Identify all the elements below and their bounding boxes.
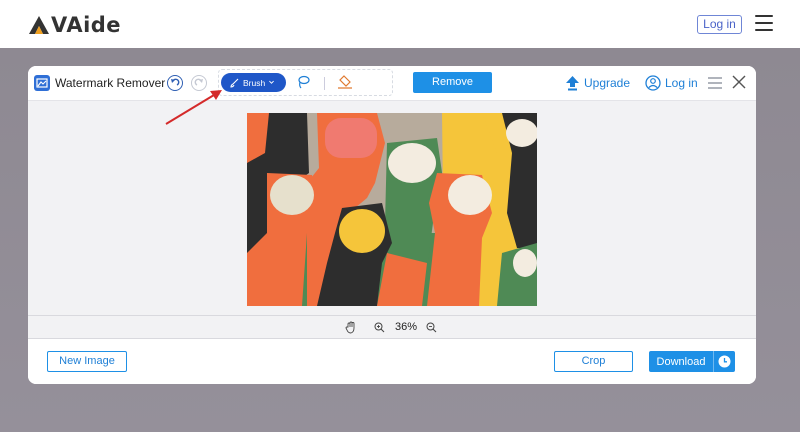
upgrade-label: Upgrade — [584, 76, 631, 90]
tool-divider — [324, 77, 325, 90]
hand-pan-icon[interactable] — [345, 321, 357, 334]
new-image-button[interactable]: New Image — [47, 351, 127, 372]
zoom-level: 36% — [395, 321, 418, 333]
annotation-arrow — [165, 90, 222, 125]
close-icon[interactable] — [731, 74, 747, 90]
site-login-button[interactable]: Log in — [697, 15, 742, 34]
dialog-login-label: Log in — [665, 76, 698, 90]
brand-name: VAide — [51, 13, 122, 37]
dialog-title: Watermark Remover — [55, 76, 166, 90]
download-history-button[interactable] — [713, 351, 735, 372]
zoom-out-icon[interactable] — [426, 322, 437, 333]
download-button[interactable]: Download — [649, 351, 735, 372]
site-menu-icon[interactable] — [755, 15, 773, 31]
zoom-in-icon[interactable] — [374, 322, 385, 333]
upgrade-arrow-icon — [566, 76, 579, 91]
watermark-remover-dialog: Watermark Remover Brush Remove Upgrade L… — [28, 66, 756, 384]
zoom-toolbar: 36% — [28, 315, 756, 339]
brush-icon — [230, 78, 239, 88]
brush-label: Brush — [243, 77, 266, 88]
dialog-footer: New Image Crop Download — [28, 339, 756, 384]
brush-tool-button[interactable]: Brush — [221, 73, 286, 92]
dialog-menu-icon[interactable] — [708, 77, 722, 89]
aviade-logo-icon — [29, 16, 49, 34]
lasso-icon[interactable] — [295, 74, 311, 90]
image-canvas[interactable] — [28, 100, 756, 315]
dialog-toolbar: Watermark Remover Brush Remove Upgrade L… — [28, 66, 756, 100]
editable-image[interactable] — [247, 113, 537, 306]
selection-tool-group: Brush — [218, 69, 393, 96]
site-logo[interactable]: VAide — [28, 12, 121, 38]
chevron-down-icon — [269, 80, 275, 84]
dialog-login-link[interactable]: Log in — [645, 74, 698, 92]
eraser-icon[interactable] — [337, 75, 353, 89]
watermark-remover-app-icon — [34, 75, 50, 91]
remove-button[interactable]: Remove — [413, 72, 492, 93]
download-label: Download — [656, 355, 706, 368]
clock-icon — [718, 355, 731, 368]
site-header: VAide Log in — [0, 0, 800, 48]
upgrade-link[interactable]: Upgrade — [565, 74, 630, 92]
user-icon — [645, 75, 661, 91]
crop-button[interactable]: Crop — [554, 351, 633, 372]
